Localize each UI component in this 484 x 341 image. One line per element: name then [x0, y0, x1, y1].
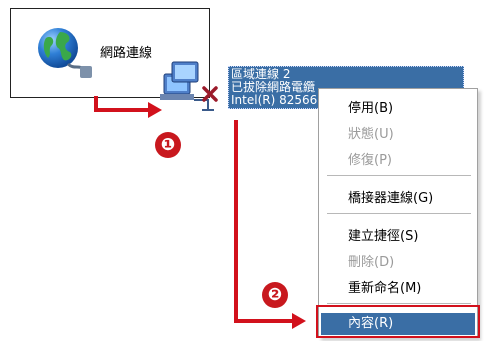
annotation-arrows: [94, 96, 306, 329]
step-2-badge: ❷: [262, 282, 288, 308]
step-1-badge: ❶: [155, 132, 181, 158]
arrow-head-icon: [292, 313, 306, 329]
arrow-head-icon: [148, 102, 162, 118]
